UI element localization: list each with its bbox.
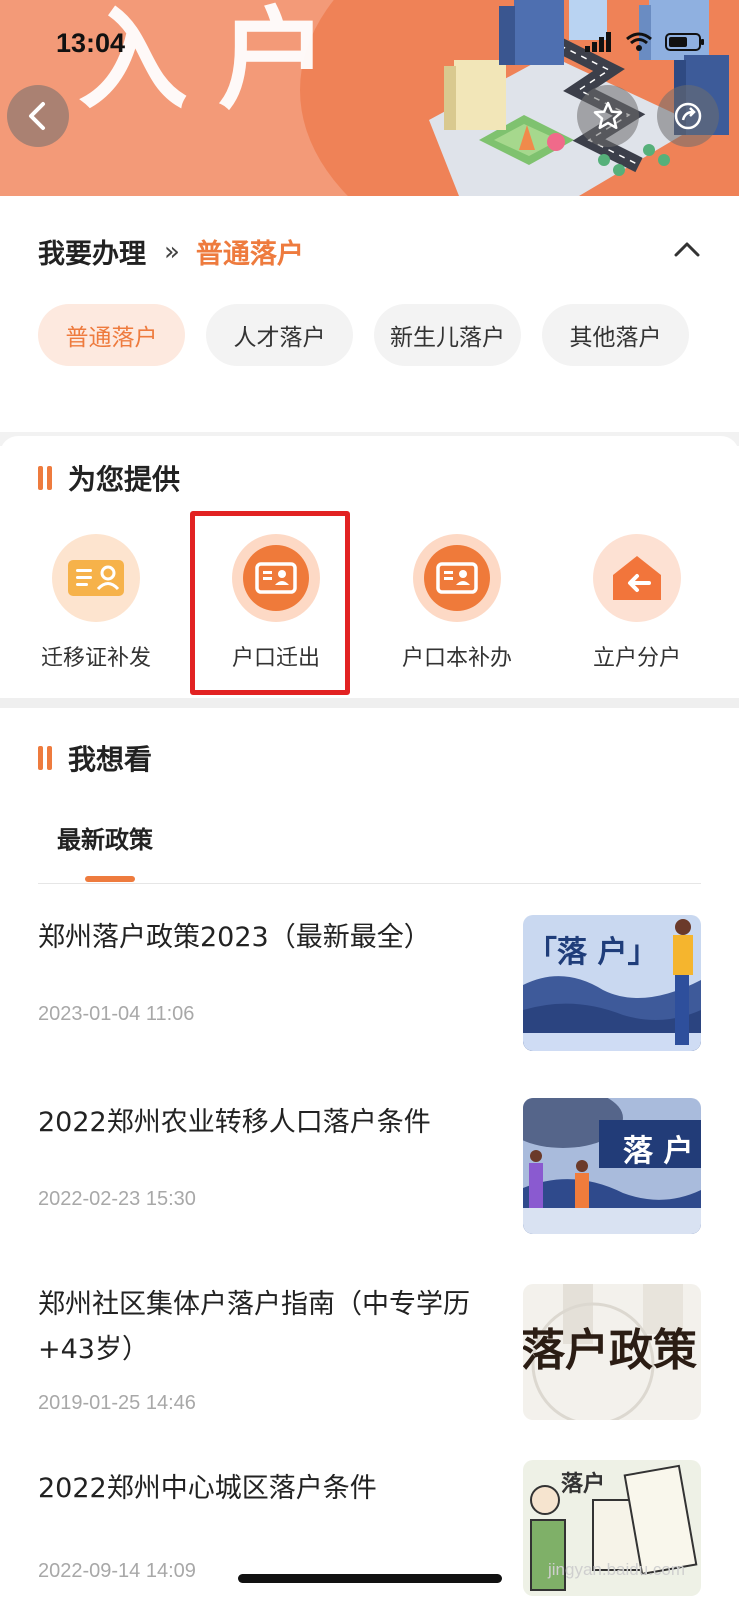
watch-header: 我想看 bbox=[38, 738, 152, 778]
chevron-left-icon bbox=[29, 102, 45, 130]
watermark: jingyan.baidu.com bbox=[548, 1560, 686, 1579]
chevron-up-icon[interactable] bbox=[673, 240, 701, 258]
tab-latest-policy[interactable]: 最新政策 bbox=[57, 820, 153, 855]
services-section: 为您提供 迁移证补发 户口迁出 户口本补办 立户分户 bbox=[0, 436, 739, 698]
battery-icon bbox=[665, 33, 704, 51]
id-card-person-icon bbox=[52, 534, 140, 622]
news-thumbnail: 落 户 bbox=[523, 1098, 701, 1234]
status-icons bbox=[585, 32, 705, 52]
star-icon bbox=[593, 101, 623, 130]
share-icon bbox=[674, 102, 702, 130]
service-label: 立户分户 bbox=[592, 646, 681, 671]
tab-divider bbox=[38, 883, 701, 884]
news-title: 2022郑州中心城区落户条件 bbox=[38, 1473, 377, 1504]
share-button[interactable] bbox=[657, 85, 719, 147]
news-title: 郑州落户政策2023（最新最全） bbox=[38, 922, 431, 953]
thumbnail-text: 落户政策 bbox=[523, 1325, 697, 1376]
wifi-icon bbox=[626, 32, 652, 51]
service-item-household-split[interactable]: 立户分户 bbox=[547, 534, 727, 672]
news-item[interactable]: 2022郑州农业转移人口落户条件 2022-02-23 15:30 落 户 bbox=[38, 1098, 701, 1240]
thumbnail-text: 落 户 bbox=[623, 1134, 694, 1169]
thumbnail-text: 「落 户」 bbox=[527, 935, 658, 970]
highlight-box bbox=[190, 511, 350, 695]
handle-current-category: 普通落户 bbox=[195, 239, 304, 270]
id-card-icon bbox=[413, 534, 501, 622]
news-time: 2019-01-25 14:46 bbox=[38, 1392, 196, 1414]
double-chevron-icon: » bbox=[164, 236, 180, 267]
section-marker-icon bbox=[38, 466, 52, 490]
status-time: 13:04 bbox=[56, 28, 126, 58]
chip-ordinary[interactable]: 普通落户 bbox=[38, 304, 185, 366]
handle-label: 我要办理 bbox=[38, 239, 146, 270]
service-label: 迁移证补发 bbox=[40, 646, 151, 671]
chip-other[interactable]: 其他落户 bbox=[542, 304, 689, 366]
thumbnail-text: 落户 bbox=[561, 1472, 606, 1497]
news-item[interactable]: 郑州社区集体户落户指南（中专学历+43岁） 2019-01-25 14:46 落… bbox=[38, 1282, 701, 1422]
favorite-button[interactable] bbox=[577, 85, 639, 147]
section-marker-icon bbox=[38, 746, 52, 770]
category-chips: 普通落户 人才落户 新生儿落户 其他落户 bbox=[38, 304, 689, 366]
back-button[interactable] bbox=[7, 85, 69, 147]
handle-section: 我要办理 » 普通落户 普通落户 人才落户 新生儿落户 其他落户 bbox=[0, 196, 739, 432]
news-title: 郑州社区集体户落户指南（中专学历+43岁） bbox=[38, 1289, 470, 1365]
news-time: 2023-01-04 11:06 bbox=[38, 1003, 195, 1025]
news-title: 2022郑州农业转移人口落户条件 bbox=[38, 1107, 431, 1138]
home-indicator[interactable] bbox=[238, 1574, 502, 1583]
header-banner: 入户 13:04 bbox=[0, 0, 739, 196]
services-title: 为您提供 bbox=[68, 463, 181, 496]
chip-newborn[interactable]: 新生儿落户 bbox=[374, 304, 521, 366]
news-item[interactable]: 郑州落户政策2023（最新最全） 2023-01-04 11:06 「落 户」 bbox=[38, 915, 701, 1055]
tab-indicator bbox=[85, 876, 135, 882]
news-time: 2022-02-23 15:30 bbox=[38, 1188, 196, 1210]
handle-header: 我要办理 » 普通落户 bbox=[38, 232, 304, 271]
signal-icon bbox=[585, 32, 611, 52]
section-separator bbox=[0, 698, 739, 708]
watch-title: 我想看 bbox=[68, 743, 153, 776]
banner-title: 入户 bbox=[78, 0, 358, 124]
news-thumbnail: 落户政策 bbox=[523, 1284, 701, 1420]
service-label: 户口本补办 bbox=[401, 646, 512, 671]
chip-talent[interactable]: 人才落户 bbox=[206, 304, 353, 366]
services-header: 为您提供 bbox=[38, 458, 180, 498]
house-arrow-icon bbox=[593, 534, 681, 622]
service-item-hukou-book-reissue[interactable]: 户口本补办 bbox=[367, 534, 547, 672]
news-time: 2022-09-14 14:09 bbox=[38, 1560, 196, 1582]
news-thumbnail: 「落 户」 bbox=[523, 915, 701, 1051]
service-item-permit-reissue[interactable]: 迁移证补发 bbox=[6, 534, 186, 672]
